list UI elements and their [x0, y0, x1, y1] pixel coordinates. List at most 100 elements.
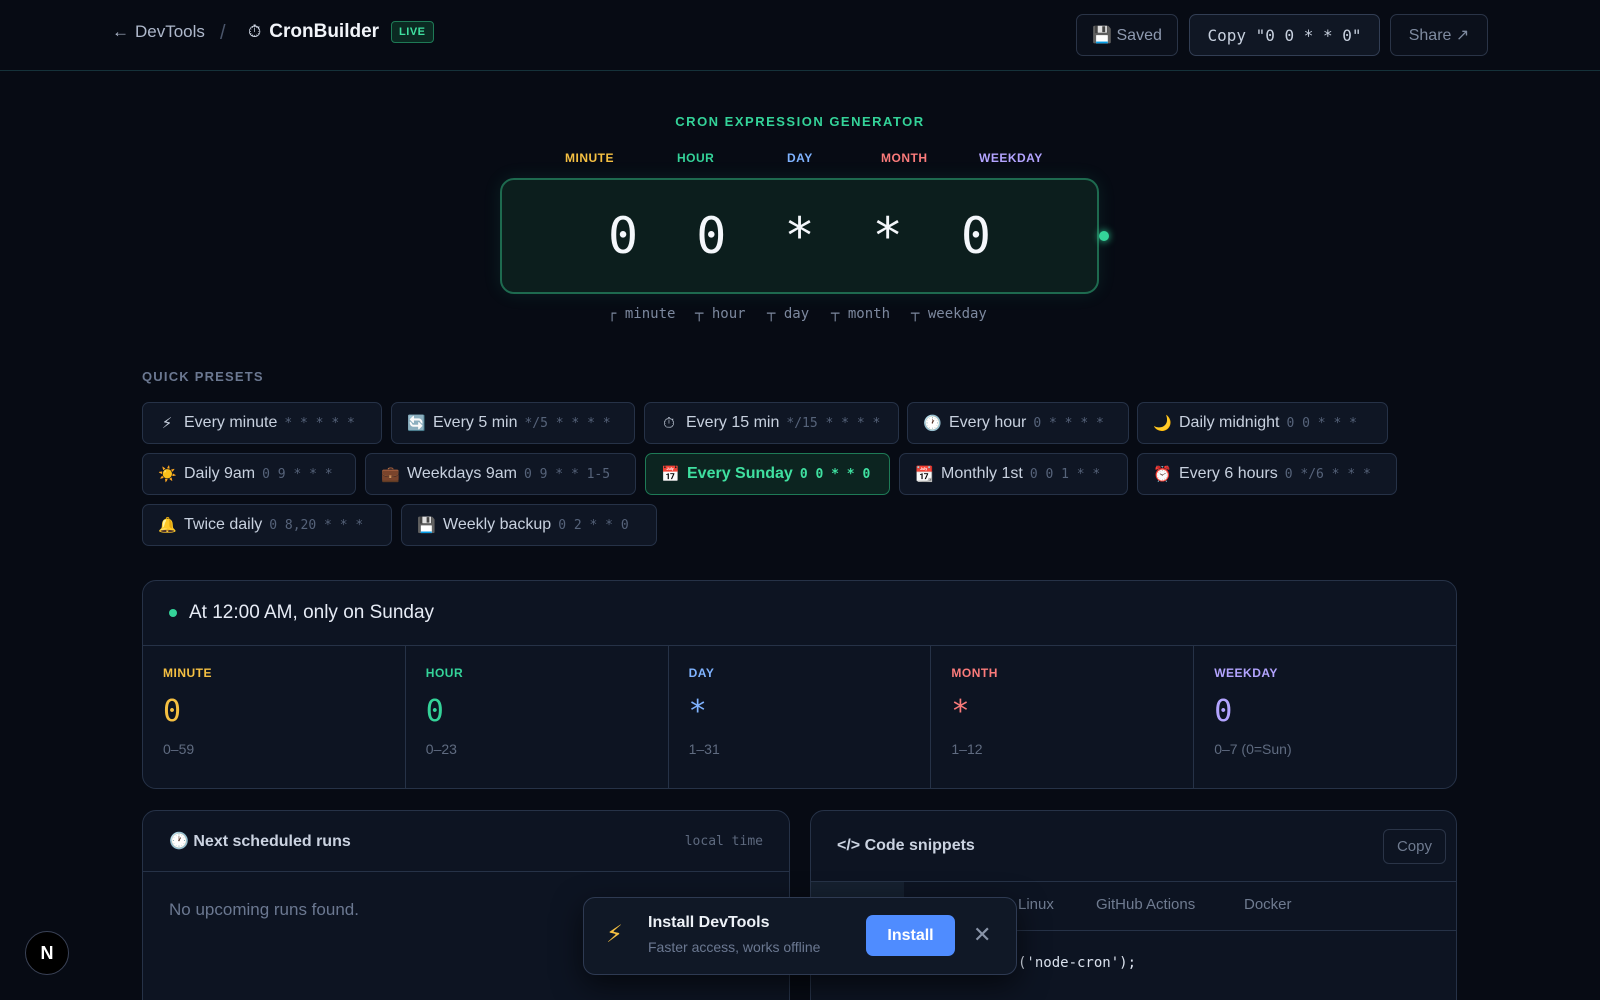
- field-label: MINUTE: [163, 666, 212, 680]
- calendar-icon: 📆: [915, 466, 934, 483]
- stopwatch-icon: ⏱: [248, 22, 262, 41]
- preset-cron: */5 * * * *: [524, 415, 611, 431]
- preset-every-6-hours[interactable]: ⏰ Every 6 hours 0 */6 * * *: [1137, 453, 1397, 495]
- legend-day: ┬ day: [767, 306, 810, 322]
- minute-label: MINUTE: [565, 151, 614, 165]
- preset-cron: 0 9 * * *: [262, 466, 333, 482]
- preset-cron: 0 9 * * 1-5: [523, 466, 611, 482]
- toast-title: Install DevTools: [648, 914, 770, 931]
- share-button[interactable]: Share ↗: [1390, 14, 1488, 56]
- back-link-label: DevTools: [135, 22, 205, 41]
- clock-icon: 🕐: [923, 415, 942, 432]
- install-toast: ⚡ Install DevTools Faster access, works …: [583, 897, 1017, 975]
- field-value: 0: [425, 694, 444, 729]
- bell-icon: 🔔: [158, 517, 177, 534]
- field-value: *: [951, 694, 970, 729]
- lightning-icon: ⚡: [161, 415, 173, 432]
- preset-every-5-min[interactable]: 🔄 Every 5 min */5 * * * *: [391, 402, 635, 444]
- field-value: 0: [1214, 694, 1233, 729]
- arrow-left-icon: ←: [112, 22, 129, 41]
- preset-cron: 0 8,20 * * *: [269, 517, 364, 533]
- field-value: 0: [163, 694, 182, 729]
- install-button[interactable]: Install: [866, 915, 955, 956]
- preset-every-15-min[interactable]: ⏱ Every 15 min */15 * * * *: [644, 402, 899, 444]
- summary-header: At 12:00 AM, only on Sunday: [143, 581, 1456, 646]
- close-icon[interactable]: ✕: [973, 922, 991, 948]
- quick-presets-title: QUICK PRESETS: [142, 369, 264, 384]
- preset-daily-9am[interactable]: ☀️ Daily 9am 0 9 * * *: [142, 453, 356, 495]
- saved-button[interactable]: 💾 Saved: [1076, 14, 1178, 56]
- code-snippets-header: </> Code snippets Copy: [811, 811, 1456, 882]
- valid-status-dot: [1099, 231, 1109, 241]
- field-range: 0–7 (0=Sun): [1214, 741, 1292, 757]
- field-range: 1–12: [951, 741, 983, 757]
- app-brand: ⏱ CronBuilder LIVE: [248, 21, 434, 43]
- preset-every-sunday[interactable]: 📅 Every Sunday 0 0 * * 0: [645, 453, 890, 495]
- weekday-field-cell: WEEKDAY 0 0–7 (0=Sun): [1194, 646, 1456, 788]
- field-breakdown: MINUTE 0 0–59 HOUR 0 0–23 DAY * 1–31 MON…: [143, 646, 1456, 788]
- copy-code-button[interactable]: Copy: [1382, 828, 1446, 864]
- preset-label: Every 5 min: [433, 414, 518, 431]
- field-range: 0–59: [163, 741, 195, 757]
- field-value: *: [688, 694, 707, 729]
- preset-twice-daily[interactable]: 🔔 Twice daily 0 8,20 * * *: [142, 504, 392, 546]
- calendar-icon: 📅: [661, 466, 680, 483]
- moon-icon: 🌙: [1153, 415, 1172, 432]
- field-legend: ┌ minute ┬ hour ┬ day ┬ month ┬ weekday: [0, 306, 1600, 328]
- copy-expression-button[interactable]: Copy "0 0 * * 0": [1189, 14, 1380, 56]
- preset-cron: * * * * *: [284, 415, 355, 431]
- hour-field-cell: HOUR 0 0–23: [406, 646, 669, 788]
- weekday-label: WEEKDAY: [979, 151, 1043, 165]
- next-dev-indicator-icon[interactable]: N: [25, 931, 69, 975]
- preset-monthly-1st[interactable]: 📆 Monthly 1st 0 0 1 * *: [899, 453, 1128, 495]
- live-badge: LIVE: [391, 21, 434, 43]
- preset-label: Every minute: [184, 414, 278, 431]
- code-line: ('node-cron');: [1018, 955, 1137, 971]
- human-readable-schedule: At 12:00 AM, only on Sunday: [189, 602, 435, 623]
- month-label: MONTH: [881, 151, 928, 165]
- top-bar: ← DevTools / ⏱ CronBuilder LIVE 💾 Saved …: [0, 0, 1600, 71]
- next-runs-title: 🕐 Next scheduled runs: [169, 833, 351, 850]
- preset-every-minute[interactable]: ⚡ Every minute * * * * *: [142, 402, 382, 444]
- preset-cron: 0 0 1 * *: [1029, 466, 1101, 482]
- timezone-label: local time: [684, 833, 763, 849]
- back-to-devtools-link[interactable]: ← DevTools: [112, 22, 205, 42]
- tab-github-actions[interactable]: GitHub Actions: [1096, 896, 1195, 913]
- month-field-cell: MONTH * 1–12: [931, 646, 1195, 788]
- breadcrumb-separator: /: [220, 22, 226, 44]
- day-label: DAY: [787, 151, 813, 165]
- stopwatch-icon: ⏱: [663, 414, 675, 432]
- field-label: DAY: [688, 666, 715, 680]
- cron-expression-text: 0 0 * * 0: [608, 207, 1005, 265]
- generator-title: CRON EXPRESSION GENERATOR: [675, 114, 925, 129]
- preset-label: Every Sunday: [687, 465, 793, 482]
- preset-label: Daily midnight: [1179, 414, 1280, 431]
- preset-daily-midnight[interactable]: 🌙 Daily midnight 0 0 * * *: [1137, 402, 1388, 444]
- preset-label: Every hour: [949, 414, 1027, 431]
- preset-weekdays-9am[interactable]: 💼 Weekdays 9am 0 9 * * 1-5: [365, 453, 636, 495]
- field-label: MONTH: [951, 666, 998, 680]
- day-field-cell: DAY * 1–31: [669, 646, 932, 788]
- next-runs-header: 🕐 Next scheduled runs local time: [143, 811, 789, 872]
- preset-label: Weekly backup: [443, 516, 552, 533]
- preset-cron: 0 * * * *: [1033, 415, 1104, 431]
- cron-expression-input[interactable]: 0 0 * * 0: [500, 178, 1099, 294]
- preset-cron: 0 2 * * 0: [558, 517, 629, 533]
- preset-cron: 0 */6 * * *: [1284, 466, 1371, 482]
- field-labels: MINUTE HOUR DAY MONTH WEEKDAY: [0, 151, 1600, 171]
- preset-weekly-backup[interactable]: 💾 Weekly backup 0 2 * * 0: [401, 504, 657, 546]
- tab-linux[interactable]: Linux: [1018, 896, 1054, 913]
- field-range: 0–23: [425, 741, 457, 757]
- briefcase-icon: 💼: [381, 466, 400, 483]
- preset-label: Weekdays 9am: [407, 465, 517, 482]
- preset-cron: 0 0 * * 0: [799, 466, 871, 482]
- tab-docker[interactable]: Docker: [1244, 896, 1292, 913]
- toast-subtitle: Faster access, works offline: [648, 939, 821, 955]
- preset-label: Every 6 hours: [1179, 465, 1278, 482]
- field-label: WEEKDAY: [1214, 666, 1278, 680]
- legend-hour: ┬ hour: [695, 306, 746, 322]
- minute-field-cell: MINUTE 0 0–59: [143, 646, 406, 788]
- preset-every-hour[interactable]: 🕐 Every hour 0 * * * *: [907, 402, 1129, 444]
- legend-minute: ┌ minute: [608, 306, 676, 322]
- field-label: HOUR: [425, 666, 464, 680]
